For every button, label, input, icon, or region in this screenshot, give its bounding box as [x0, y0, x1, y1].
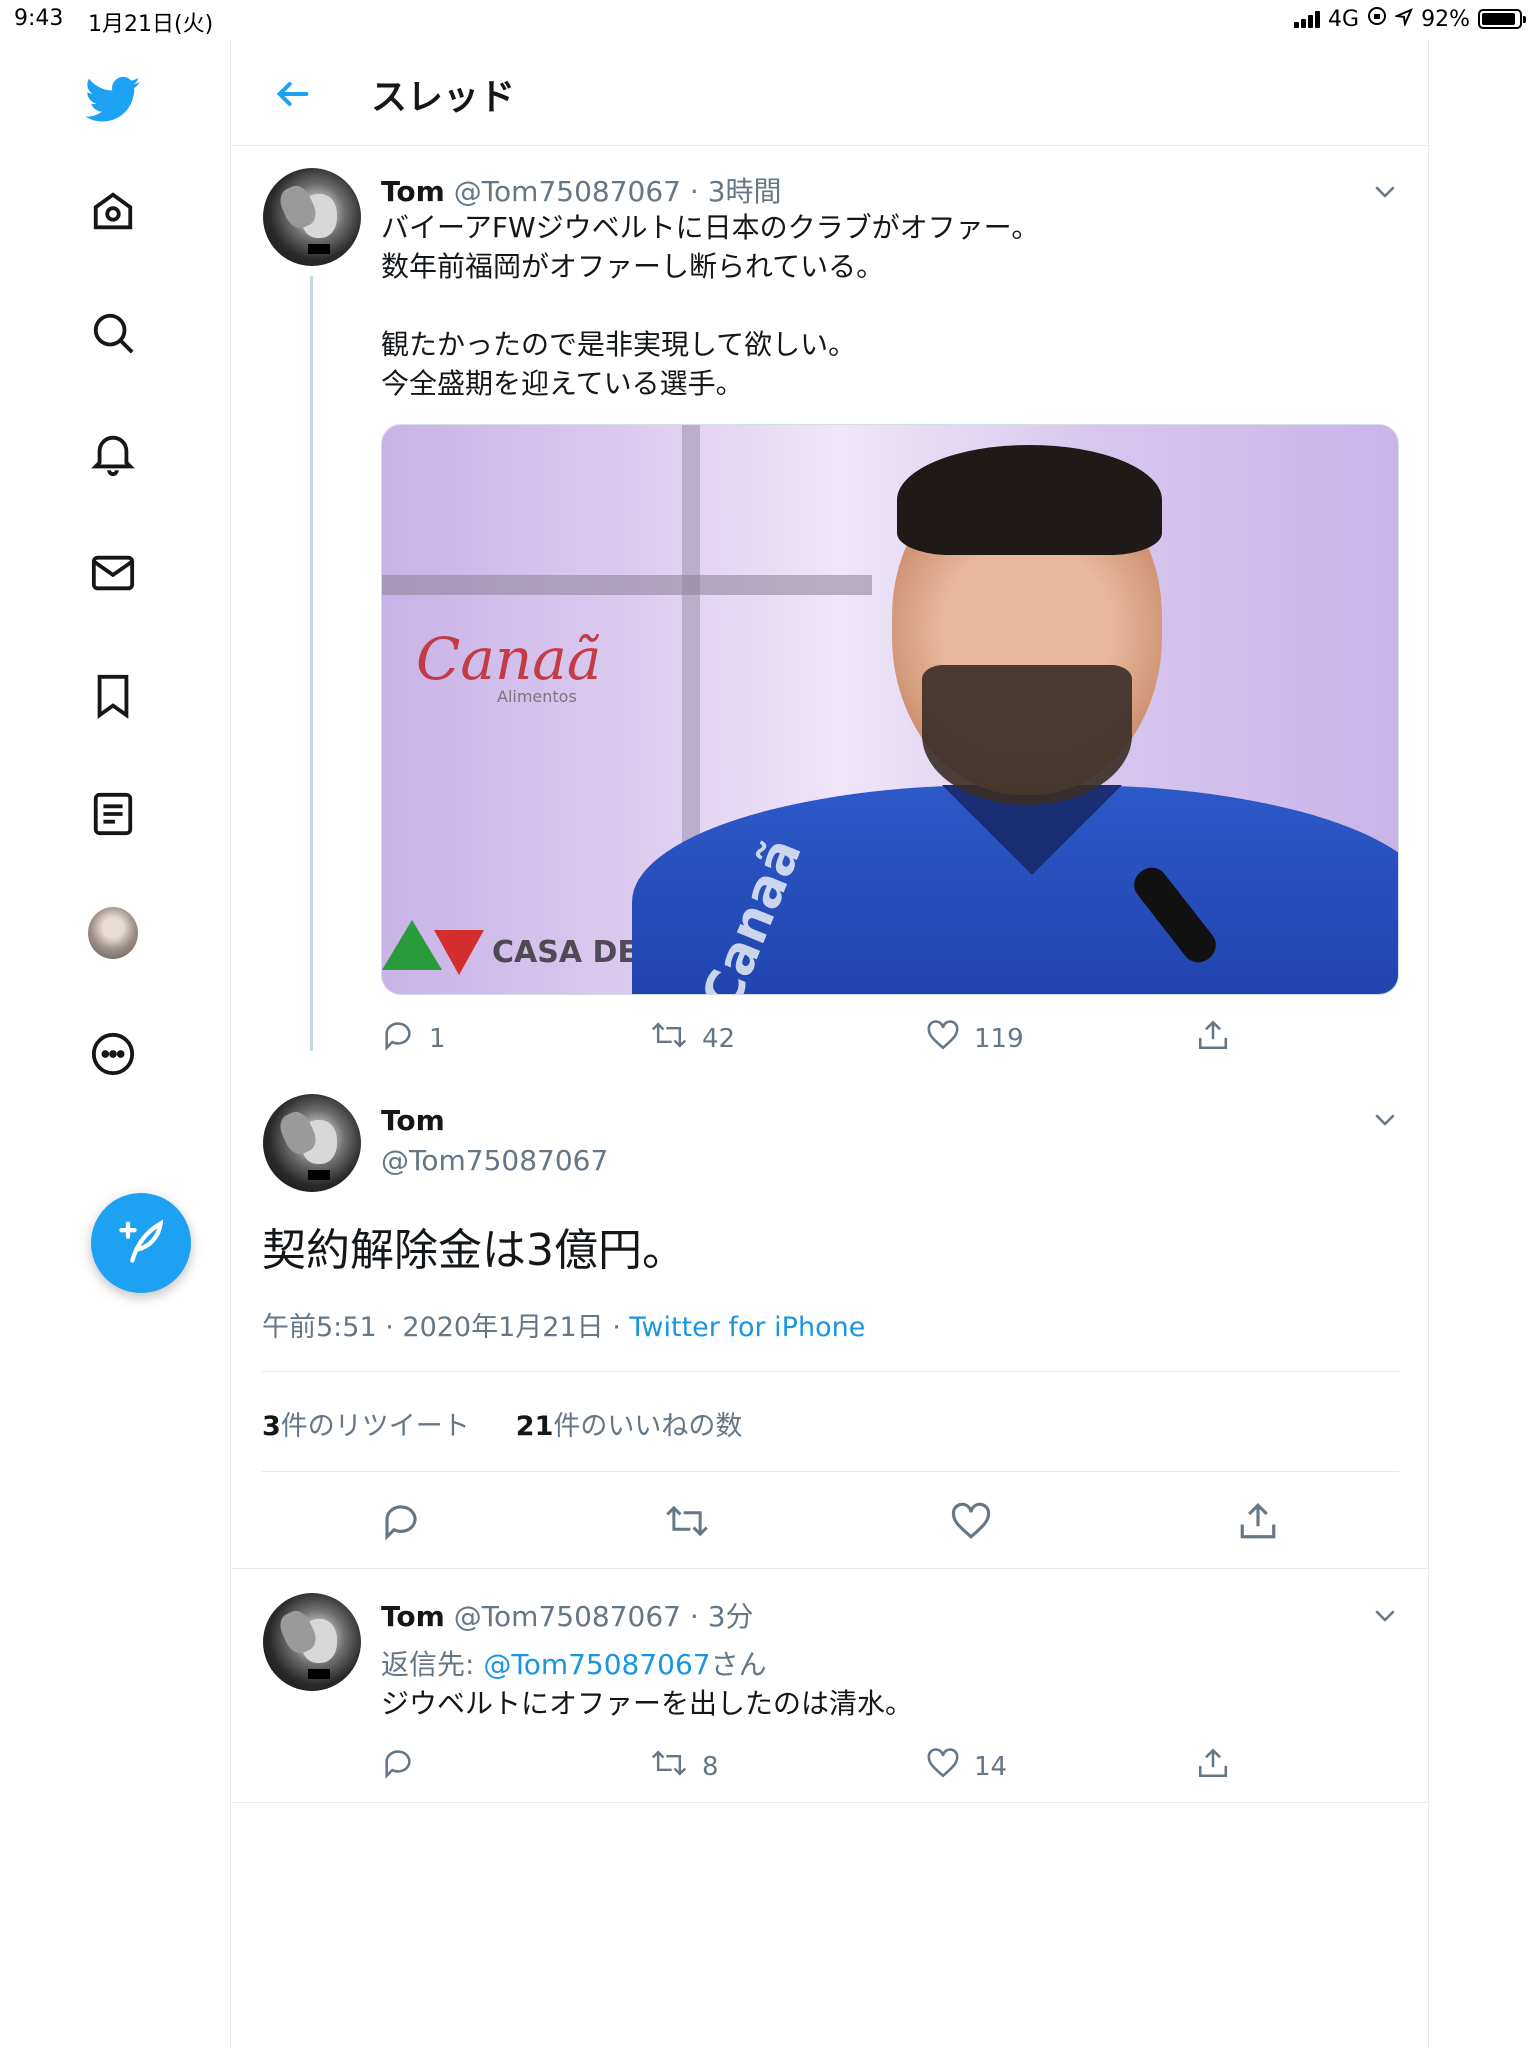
- tweet-timestamp[interactable]: 午前5:51: [262, 1312, 377, 1343]
- profile-avatar-icon[interactable]: [88, 907, 138, 959]
- tweet-time[interactable]: 3分: [708, 1600, 754, 1633]
- tweet-source-link[interactable]: Twitter for iPhone: [629, 1312, 865, 1343]
- avatar[interactable]: [263, 1094, 361, 1192]
- page-header: スレッド: [231, 40, 1428, 146]
- share-button[interactable]: [1196, 1746, 1230, 1787]
- feather-plus-icon: [115, 1215, 167, 1271]
- divider: [231, 1568, 1428, 1569]
- reply-count: 1: [429, 1023, 446, 1054]
- page-title: スレッド: [371, 77, 516, 118]
- more-options-icon[interactable]: [88, 1029, 138, 1079]
- retweet-button[interactable]: 8: [650, 1746, 719, 1787]
- reply-icon: [381, 1018, 415, 1059]
- orientation-lock-icon: [1367, 6, 1387, 32]
- battery-fill: [1482, 13, 1516, 25]
- divider: [231, 1802, 1428, 1803]
- tweet-date[interactable]: 2020年1月21日: [402, 1312, 603, 1343]
- sidebar: [0, 40, 231, 2048]
- reply-button[interactable]: 1: [381, 1018, 446, 1059]
- chevron-down-icon[interactable]: [1370, 1104, 1400, 1138]
- bookmark-icon[interactable]: [88, 671, 138, 721]
- divider: [262, 1471, 1399, 1472]
- search-icon[interactable]: [88, 308, 138, 358]
- like-count: 119: [974, 1023, 1024, 1054]
- like-count: 14: [974, 1751, 1008, 1782]
- reply-context: 返信先: @Tom75087067さん: [381, 1648, 767, 1681]
- compose-tweet-button[interactable]: [91, 1193, 191, 1293]
- share-icon: [1196, 1018, 1230, 1059]
- author-handle[interactable]: @Tom75087067: [381, 1144, 608, 1177]
- avatar[interactable]: [263, 168, 361, 266]
- tweet-1-header: Tom @Tom75087067 · 3時間: [381, 175, 782, 208]
- tweet-photo[interactable]: Canaã Alimentos CASA DE APOSTAS Canaã: [381, 424, 1399, 995]
- status-time: 9:43: [14, 6, 64, 31]
- share-button[interactable]: [1196, 1018, 1230, 1059]
- chevron-down-icon[interactable]: [1370, 1600, 1400, 1634]
- reply-to-link[interactable]: @Tom75087067: [483, 1648, 710, 1681]
- retweet-count: 8: [702, 1751, 719, 1782]
- reply-icon: [381, 1746, 415, 1787]
- battery-percent: 92%: [1421, 6, 1470, 32]
- retweet-icon: [650, 1746, 688, 1787]
- retweet-button[interactable]: [664, 1500, 710, 1549]
- like-button[interactable]: [950, 1500, 992, 1549]
- lists-icon[interactable]: [88, 789, 138, 839]
- like-button[interactable]: 14: [926, 1746, 1007, 1787]
- status-date: 1月21日(火): [88, 12, 214, 37]
- tweet-3-header: Tom @Tom75087067 · 3分: [381, 1600, 754, 1633]
- retweet-button[interactable]: 42: [650, 1018, 735, 1059]
- author-handle[interactable]: @Tom75087067: [454, 175, 681, 208]
- share-button[interactable]: [1237, 1500, 1279, 1549]
- column-border-right: [1428, 40, 1429, 2048]
- retweets-stat[interactable]: 3件のリツイート: [262, 1404, 470, 1443]
- tweet-text: バイーアFWジウベルトに日本のクラブがオファー。 数年前福岡がオファーし断られて…: [381, 211, 1040, 400]
- notifications-bell-icon[interactable]: [88, 428, 138, 478]
- heart-icon: [926, 1018, 960, 1059]
- retweet-icon: [650, 1018, 688, 1059]
- status-right: 4G 92%: [1294, 6, 1526, 32]
- tweet-meta: 午前5:51 · 2020年1月21日 · Twitter for iPhone: [262, 1312, 866, 1343]
- tweet-text: ジウベルトにオファーを出したのは清水。: [381, 1687, 914, 1720]
- share-icon: [1196, 1746, 1230, 1787]
- home-icon[interactable]: [88, 187, 138, 237]
- author-name[interactable]: Tom: [381, 175, 445, 208]
- network-type: 4G: [1328, 6, 1360, 32]
- tweet-time[interactable]: 3時間: [708, 175, 782, 208]
- reply-icon: [380, 1500, 422, 1549]
- retweet-count: 42: [702, 1023, 736, 1054]
- twitter-logo-icon[interactable]: [83, 70, 143, 130]
- chevron-down-icon[interactable]: [1370, 176, 1400, 210]
- back-arrow-icon[interactable]: [273, 74, 313, 118]
- location-icon: [1393, 7, 1413, 32]
- heart-icon: [926, 1746, 960, 1787]
- photo-logo-text: Canaã: [416, 625, 602, 693]
- divider: [262, 1371, 1399, 1372]
- tweet-stats: 3件のリツイート 21件のいいねの数: [262, 1404, 742, 1443]
- messages-mail-icon[interactable]: [88, 548, 138, 598]
- like-button[interactable]: 119: [926, 1018, 1024, 1059]
- photo-logo-subtext: Alimentos: [497, 687, 577, 706]
- reply-button[interactable]: [380, 1500, 422, 1549]
- author-name[interactable]: Tom: [381, 1600, 445, 1633]
- heart-icon: [950, 1500, 992, 1549]
- battery-icon: [1478, 9, 1526, 29]
- signal-icon: [1294, 10, 1321, 28]
- status-bar: 9:43 1月21日(火) 4G 92%: [0, 0, 1536, 40]
- author-handle[interactable]: @Tom75087067: [454, 1600, 681, 1633]
- author-name[interactable]: Tom: [381, 1104, 445, 1137]
- retweet-icon: [664, 1500, 710, 1549]
- tweet-text: 契約解除金は3億円。: [262, 1225, 686, 1276]
- column-border-left: [230, 40, 231, 2048]
- thread-connector-line: [310, 276, 313, 1051]
- avatar[interactable]: [263, 1593, 361, 1691]
- reply-button[interactable]: [381, 1746, 415, 1787]
- share-icon: [1237, 1500, 1279, 1549]
- likes-stat[interactable]: 21件のいいねの数: [516, 1404, 743, 1443]
